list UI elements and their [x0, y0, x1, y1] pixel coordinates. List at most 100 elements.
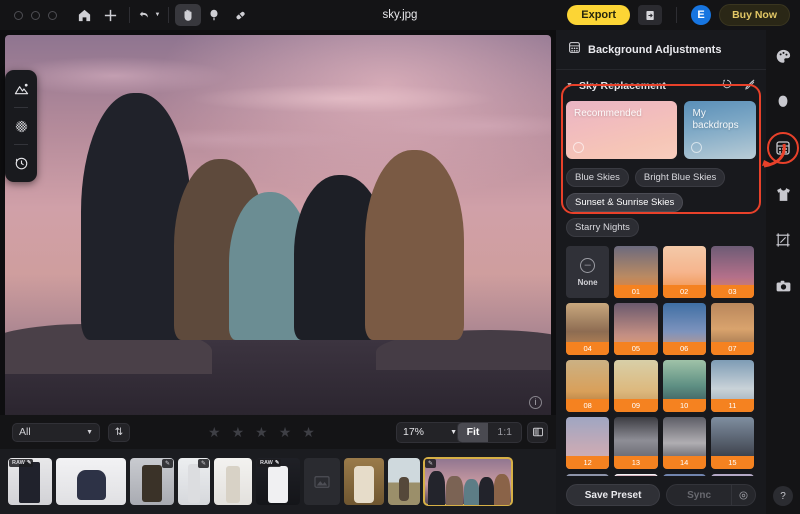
history-icon[interactable] [8, 150, 34, 176]
split-view-icon[interactable] [527, 421, 548, 443]
list-item[interactable]: ✎ [130, 458, 174, 505]
sky-thumb[interactable]: 15 [710, 417, 754, 469]
list-item[interactable] [214, 458, 252, 505]
sync-button[interactable]: Sync [667, 490, 731, 501]
fit-button[interactable]: Fit [457, 422, 489, 442]
clothing-icon[interactable] [771, 182, 795, 206]
left-tool-rail [5, 70, 37, 182]
star-3[interactable]: ★ [255, 424, 268, 441]
pill-blue-skies[interactable]: Blue Skies [566, 168, 629, 187]
share-icon[interactable] [638, 5, 663, 25]
panel-footer: Save Preset Sync [556, 476, 766, 514]
none-icon: – [580, 257, 596, 273]
background-icon[interactable] [767, 132, 799, 164]
sky-thumb[interactable]: 04 [566, 303, 610, 355]
filter-select[interactable]: All ▼ [12, 422, 100, 442]
list-item[interactable] [388, 458, 420, 505]
fit-scale-toggle[interactable]: Fit 1:1 [456, 421, 522, 443]
list-item[interactable]: RAW ✎ [8, 458, 52, 505]
zoom-level-value: 17% [403, 426, 425, 438]
pill-bright-blue-skies[interactable]: Bright Blue Skies [634, 168, 726, 187]
help-button[interactable]: ? [773, 486, 793, 506]
my-backdrops-card-label: My backdrops [692, 108, 739, 131]
filmstrip[interactable]: RAW ✎ ✎ ✎ RAW ✎ ✎ [0, 449, 556, 514]
star-1[interactable]: ★ [208, 424, 221, 441]
list-item[interactable]: ✎ [178, 458, 210, 505]
recommended-card[interactable]: Recommended [566, 101, 678, 159]
pill-starry-nights[interactable]: Starry Nights [566, 218, 639, 237]
list-item-selected[interactable]: ✎ [423, 457, 513, 506]
sky-thumbnail-grid[interactable]: – None 01 02 03 04 05 06 07 08 09 10 11 … [566, 246, 756, 482]
image-info-icon[interactable]: i [529, 396, 542, 409]
transparency-icon[interactable] [8, 113, 34, 139]
sort-button[interactable]: ⇅ [108, 422, 130, 442]
list-item[interactable]: RAW ✎ [256, 458, 300, 505]
color-palette-icon[interactable] [771, 44, 795, 68]
sky-thumb[interactable]: 06 [662, 303, 706, 355]
close-window-button[interactable] [14, 10, 23, 20]
chevron-down-icon-section[interactable]: ▼ [566, 82, 573, 89]
edit-mask-icon[interactable] [744, 78, 756, 93]
sky-thumb-number: 14 [662, 456, 706, 469]
zoom-select[interactable]: 17% ▼ [396, 421, 464, 443]
one-to-one-button[interactable]: 1:1 [488, 423, 521, 442]
undo-icon[interactable]: ▼ [136, 4, 162, 26]
pill-sunset-sunrise-skies[interactable]: Sunset & Sunrise Skies [566, 193, 684, 212]
buy-now-button[interactable]: Buy Now [719, 4, 790, 26]
minimize-window-button[interactable] [31, 10, 40, 20]
sky-thumb-number: 04 [566, 342, 610, 355]
maximize-window-button[interactable] [48, 10, 57, 20]
hand-tool-icon[interactable] [175, 4, 201, 26]
camera-icon[interactable] [771, 274, 795, 298]
dodge-tool-icon[interactable] [201, 4, 227, 26]
edit-pencil-icon-4: ✎ [425, 459, 437, 468]
sky-thumb[interactable]: 07 [710, 303, 754, 355]
list-item[interactable] [344, 458, 384, 505]
sky-thumb[interactable]: 01 [614, 246, 658, 298]
crop-icon[interactable] [771, 228, 795, 252]
bottom-toolbar: All ▼ ⇅ ★ ★ ★ ★ ★ 17% ▼ Fit 1:1 [0, 415, 556, 449]
chevron-down-icon-zoom: ▼ [450, 428, 457, 436]
reset-icon[interactable] [721, 78, 733, 93]
main-photo[interactable] [5, 35, 551, 415]
avatar[interactable]: E [691, 5, 712, 25]
image-layer-icon[interactable] [8, 76, 34, 102]
sky-thumb[interactable]: 02 [662, 246, 706, 298]
sky-none-option[interactable]: – None [566, 246, 610, 298]
sky-thumb-number: 08 [566, 399, 610, 412]
portrait-icon[interactable] [771, 90, 795, 114]
add-icon[interactable] [97, 4, 123, 26]
backdrop-source-cards: Recommended My backdrops [566, 101, 756, 159]
home-icon[interactable] [71, 4, 97, 26]
sky-thumb[interactable]: 08 [566, 360, 610, 412]
sky-thumb[interactable]: 13 [614, 417, 658, 469]
sky-thumb[interactable]: 09 [614, 360, 658, 412]
my-backdrops-card[interactable]: My backdrops [684, 101, 756, 159]
section-header[interactable]: ▼ Sky Replacement [566, 78, 756, 93]
rating-stars[interactable]: ★ ★ ★ ★ ★ [208, 424, 315, 441]
toolbar-divider-2 [168, 7, 169, 23]
star-5[interactable]: ★ [302, 424, 315, 441]
list-item-placeholder[interactable] [304, 458, 340, 505]
sky-thumb-number: 05 [614, 342, 658, 355]
star-4[interactable]: ★ [279, 424, 292, 441]
star-2[interactable]: ★ [232, 424, 245, 441]
canvas-area[interactable]: i [0, 30, 556, 415]
sky-thumb[interactable]: 14 [662, 417, 706, 469]
sky-thumb-number: 07 [710, 342, 754, 355]
list-item[interactable] [56, 458, 126, 505]
save-preset-button[interactable]: Save Preset [566, 484, 661, 506]
gear-icon[interactable] [731, 485, 755, 505]
sky-thumb[interactable]: 03 [710, 246, 754, 298]
sky-thumb[interactable]: 05 [614, 303, 658, 355]
export-button[interactable]: Export [567, 5, 631, 25]
sky-thumb[interactable]: 10 [662, 360, 706, 412]
heal-tool-icon[interactable] [227, 4, 253, 26]
sky-thumb[interactable]: 11 [710, 360, 754, 412]
sky-category-pills[interactable]: Blue Skies Bright Blue Skies Sunset & Su… [566, 168, 756, 237]
sky-thumb-number: 12 [566, 456, 610, 469]
panel-header: Background Adjustments [556, 30, 766, 70]
sky-thumb[interactable]: 12 [566, 417, 610, 469]
window-controls[interactable] [14, 10, 57, 20]
filter-select-value: All [19, 426, 31, 438]
